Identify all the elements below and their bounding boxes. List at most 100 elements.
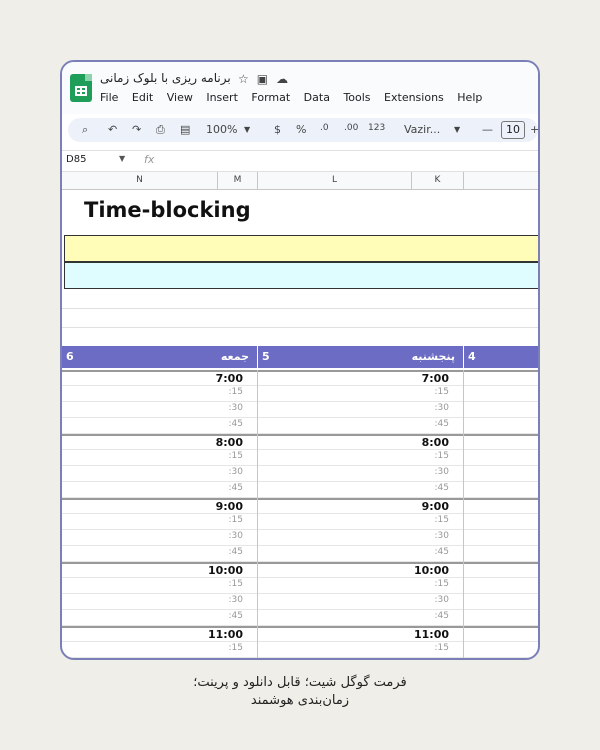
time-slot-row[interactable]: :45: [62, 482, 257, 498]
time-slot-row[interactable]: :15: [258, 578, 463, 594]
decrease-decimal-button[interactable]: .0: [320, 123, 329, 133]
time-slot-row[interactable]: 9:00: [258, 498, 463, 514]
column-header-n[interactable]: N: [62, 172, 218, 189]
increase-decimal-button[interactable]: .00: [344, 123, 358, 133]
time-slot-row[interactable]: :15: [62, 450, 257, 466]
font-size-increase[interactable]: +: [530, 123, 538, 136]
menu-view[interactable]: View: [167, 91, 193, 104]
time-slot-row[interactable]: [464, 610, 538, 626]
time-slot-row[interactable]: [464, 562, 538, 578]
time-slot-row[interactable]: :15: [258, 642, 463, 658]
time-slot-row[interactable]: :45: [62, 418, 257, 434]
quarter-label: :45: [434, 419, 449, 429]
time-slot-row[interactable]: [464, 386, 538, 402]
time-slot-row[interactable]: :30: [62, 530, 257, 546]
menu-edit[interactable]: Edit: [132, 91, 153, 104]
time-slot-row[interactable]: [464, 466, 538, 482]
time-slot-row[interactable]: 10:00: [258, 562, 463, 578]
time-slot-row[interactable]: 11:00: [62, 626, 257, 642]
print-icon[interactable]: ⎙: [156, 123, 165, 137]
yellow-band[interactable]: [64, 235, 538, 262]
time-slot-row[interactable]: 11:00: [258, 626, 463, 642]
time-slot-row[interactable]: :15: [62, 578, 257, 594]
time-slot-row[interactable]: :15: [62, 642, 257, 658]
font-size-input[interactable]: 10: [501, 121, 525, 139]
time-slot-row[interactable]: :45: [258, 418, 463, 434]
day-header-wednesday[interactable]: 4: [464, 346, 538, 368]
time-slot-row[interactable]: :45: [62, 610, 257, 626]
move-folder-icon[interactable]: ▣: [257, 72, 276, 86]
number-format-button[interactable]: 123: [368, 123, 385, 133]
time-slot-row[interactable]: :15: [62, 514, 257, 530]
menu-insert[interactable]: Insert: [206, 91, 238, 104]
time-slot-row[interactable]: 8:00: [258, 434, 463, 450]
menu-data[interactable]: Data: [304, 91, 330, 104]
paint-format-icon[interactable]: ▤: [180, 123, 190, 136]
time-slot-row[interactable]: [464, 530, 538, 546]
time-slot-row[interactable]: [464, 450, 538, 466]
chevron-down-icon[interactable]: ▼: [244, 125, 250, 134]
redo-icon[interactable]: ↷: [132, 123, 141, 136]
time-slot-row[interactable]: :45: [62, 546, 257, 562]
time-slot-row[interactable]: :15: [258, 450, 463, 466]
percent-button[interactable]: %: [296, 123, 306, 136]
quarter-label: :15: [434, 579, 449, 589]
time-slot-row[interactable]: [464, 482, 538, 498]
menu-format[interactable]: Format: [251, 91, 290, 104]
time-slot-row[interactable]: [464, 578, 538, 594]
time-slot-row[interactable]: :15: [62, 386, 257, 402]
time-slot-row[interactable]: :45: [258, 482, 463, 498]
time-slot-row[interactable]: [464, 594, 538, 610]
time-slot-row[interactable]: :45: [258, 610, 463, 626]
zoom-select[interactable]: 100%: [206, 123, 237, 136]
menu-extensions[interactable]: Extensions: [384, 91, 444, 104]
day-header-friday[interactable]: 6 جمعه: [62, 346, 258, 368]
cloud-status-icon[interactable]: ☁: [276, 72, 296, 86]
undo-icon[interactable]: ↶: [108, 123, 117, 136]
column-header-l[interactable]: L: [258, 172, 412, 189]
time-slot-row[interactable]: :30: [62, 402, 257, 418]
time-slot-row[interactable]: 10:00: [62, 562, 257, 578]
document-title[interactable]: برنامه ریزی با بلوک زمانی: [100, 71, 231, 85]
font-select[interactable]: Vazir...: [404, 123, 440, 136]
time-slot-row[interactable]: [464, 626, 538, 642]
font-chevron-down-icon[interactable]: ▼: [454, 125, 460, 134]
time-slot-row[interactable]: :30: [258, 466, 463, 482]
name-box-chevron-icon[interactable]: ▼: [119, 154, 125, 163]
time-slot-row[interactable]: [464, 546, 538, 562]
time-slot-row[interactable]: :30: [258, 594, 463, 610]
menu-file[interactable]: File: [100, 91, 118, 104]
currency-button[interactable]: $: [274, 123, 281, 136]
time-slot-row[interactable]: 8:00: [62, 434, 257, 450]
time-slot-row[interactable]: 7:00: [62, 370, 257, 386]
column-header-m[interactable]: M: [218, 172, 258, 189]
font-size-decrease[interactable]: —: [482, 123, 493, 136]
menu-help[interactable]: Help: [457, 91, 482, 104]
star-icon[interactable]: ☆: [238, 72, 257, 86]
column-header-k[interactable]: K: [412, 172, 464, 189]
time-slot-row[interactable]: :15: [258, 514, 463, 530]
time-slot-row[interactable]: [464, 402, 538, 418]
time-slot-row[interactable]: [464, 498, 538, 514]
time-slot-row[interactable]: :30: [62, 594, 257, 610]
day-header-thursday[interactable]: 5 پنجشنبه: [258, 346, 464, 368]
time-slot-row[interactable]: [464, 370, 538, 386]
time-slot-row[interactable]: :30: [62, 466, 257, 482]
time-slot-row[interactable]: :30: [258, 530, 463, 546]
time-slot-row[interactable]: 9:00: [62, 498, 257, 514]
menu-tools[interactable]: Tools: [343, 91, 370, 104]
time-slot-row[interactable]: :15: [258, 386, 463, 402]
spreadsheet-window: برنامه ریزی با بلوک زمانی ☆▣☁ File Edit …: [60, 60, 540, 660]
time-slot-row[interactable]: [464, 514, 538, 530]
time-slot-row[interactable]: [464, 642, 538, 658]
time-slot-row[interactable]: :45: [258, 546, 463, 562]
cyan-band[interactable]: [64, 262, 538, 289]
time-slot-row[interactable]: :30: [258, 402, 463, 418]
time-slot-row[interactable]: [464, 434, 538, 450]
name-box[interactable]: D85: [66, 154, 86, 165]
time-slot-row[interactable]: [464, 418, 538, 434]
time-slot-row[interactable]: 7:00: [258, 370, 463, 386]
search-icon[interactable]: ⌕: [82, 123, 88, 137]
sheet-title[interactable]: Time-blocking: [84, 198, 251, 222]
sheets-logo-icon[interactable]: [70, 74, 92, 102]
